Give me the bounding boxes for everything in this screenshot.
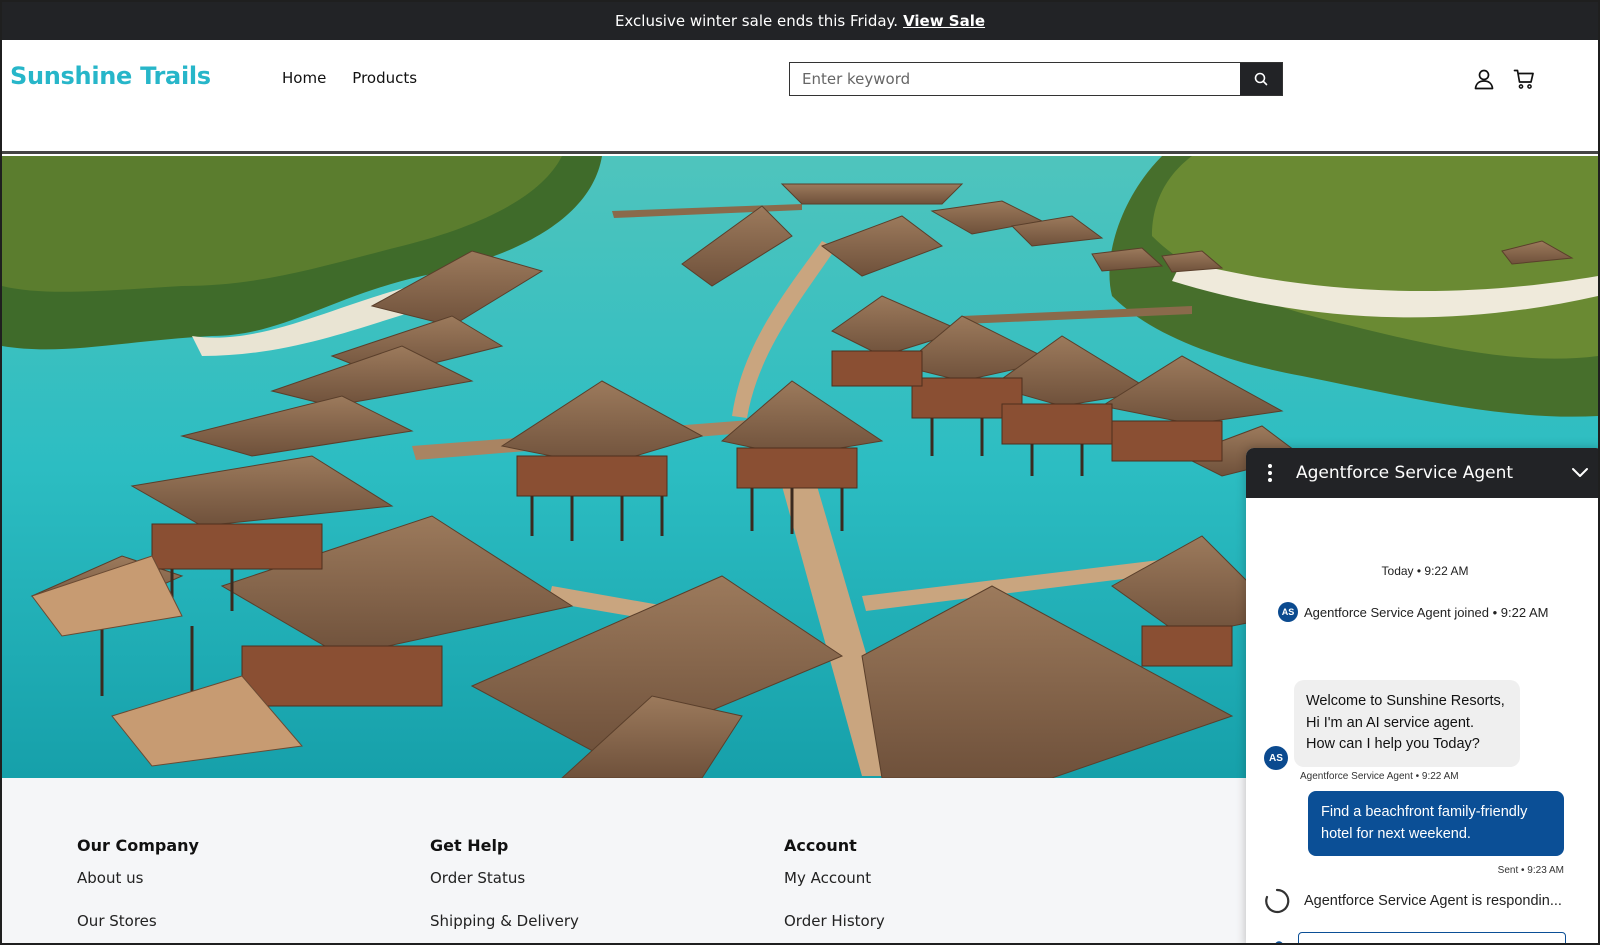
agent-message-line: Welcome to Sunshine Resorts, [1306, 693, 1505, 709]
agent-message: Welcome to Sunshine Resorts, Hi I'm an A… [1294, 680, 1520, 767]
search-input[interactable] [790, 63, 1240, 95]
promo-bar: Exclusive winter sale ends this Friday. … [2, 2, 1598, 40]
user-message: Find a beachfront family-friendly hotel … [1308, 791, 1564, 856]
main-nav: Home Products [282, 69, 417, 87]
footer-heading-account: Account [784, 836, 857, 855]
footer-column-account: Account My Account Order History [784, 836, 885, 943]
site-logo[interactable]: Sunshine Trails [10, 62, 211, 90]
footer-column-help: Get Help Order Status Shipping & Deliver… [430, 836, 579, 943]
chevron-down-icon [1572, 468, 1588, 477]
chat-header: Agentforce Service Agent [1246, 448, 1598, 498]
loading-spinner-icon [1265, 888, 1290, 914]
cart-button[interactable] [1512, 67, 1536, 91]
user-message-line: hotel for next weekend. [1321, 825, 1471, 842]
agent-joined-text: Agentforce Service Agent joined • 9:22 A… [1304, 604, 1549, 620]
promo-text: Exclusive winter sale ends this Friday. [614, 12, 899, 30]
footer-link-order-status[interactable]: Order Status [430, 869, 579, 912]
agent-avatar: AS [1264, 746, 1288, 770]
user-icon [1474, 69, 1494, 90]
site-header: Sunshine Trails Home Products [2, 40, 1598, 154]
chat-timestamp: Today • 9:22 AM [1381, 564, 1469, 578]
cart-icon [1513, 69, 1534, 89]
typing-text: Agentforce Service Agent is respondin... [1304, 893, 1562, 909]
user-message-meta: Sent • 9:23 AM [1497, 865, 1564, 876]
page-frame: Exclusive winter sale ends this Friday. … [0, 0, 1600, 945]
footer-heading-help: Get Help [430, 836, 509, 855]
account-button[interactable] [1472, 67, 1496, 91]
minimize-chat-button[interactable] [1568, 461, 1592, 485]
nav-home[interactable]: Home [282, 69, 326, 87]
search-button[interactable] [1240, 63, 1282, 95]
chat-composer [1264, 932, 1584, 943]
chat-transcript: Today • 9:22 AM AS Agentforce Service Ag… [1246, 498, 1598, 943]
attach-button[interactable] [1264, 939, 1286, 943]
footer-column-company: Our Company About us Our Stores [77, 836, 199, 943]
paperclip-icon [1275, 940, 1283, 943]
search-icon [1254, 72, 1268, 86]
avatar: AS [1278, 602, 1298, 622]
agent-message-line: Hi I'm an AI service agent. [1306, 714, 1474, 731]
agent-joined-notice: AS Agentforce Service Agent joined • 9:2… [1278, 602, 1548, 622]
footer-link-order-history[interactable]: Order History [784, 912, 885, 943]
more-options-icon[interactable] [1258, 464, 1282, 482]
nav-products[interactable]: Products [352, 69, 417, 87]
agent-message-line: How can I help you Today? [1306, 736, 1480, 752]
typing-indicator: Agentforce Service Agent is respondin... [1264, 888, 1562, 914]
chat-widget: Agentforce Service Agent Today • 9:22 AM… [1246, 448, 1598, 943]
footer-link-my-account[interactable]: My Account [784, 869, 885, 912]
header-icons [1472, 67, 1536, 91]
footer-link-about[interactable]: About us [77, 869, 199, 912]
footer-link-shipping[interactable]: Shipping & Delivery [430, 912, 579, 943]
search-bar [789, 62, 1283, 96]
user-message-line: Find a beachfront family-friendly [1321, 804, 1528, 820]
agent-message-meta: Agentforce Service Agent • 9:22 AM [1300, 771, 1459, 782]
chat-title: Agentforce Service Agent [1296, 463, 1514, 483]
footer-heading-company: Our Company [77, 836, 199, 855]
view-sale-link[interactable]: View Sale [903, 12, 985, 30]
chat-message-input[interactable] [1298, 932, 1566, 943]
footer-link-stores[interactable]: Our Stores [77, 912, 199, 943]
